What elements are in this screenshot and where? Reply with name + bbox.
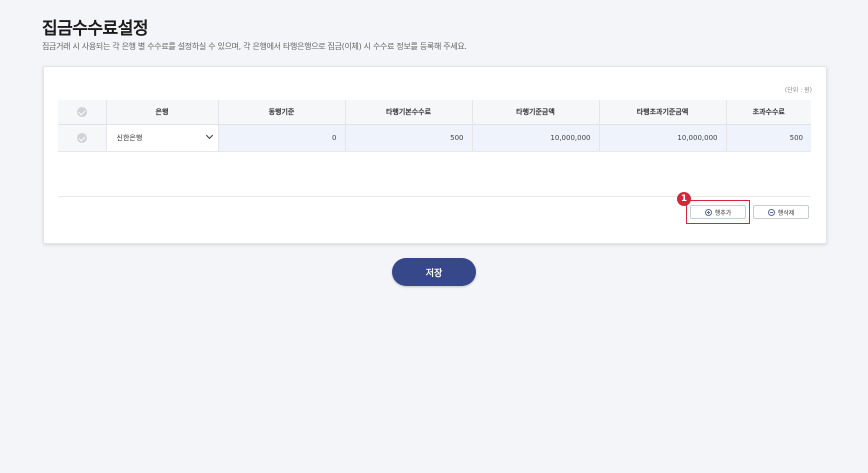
chevron-down-icon (205, 131, 213, 140)
delete-row-button[interactable]: 행삭제 (753, 205, 809, 219)
column-header-base-fee: 타행기본수수료 (344, 100, 472, 125)
base-amount-input[interactable]: 10,000,000 (471, 124, 599, 152)
column-header-bank: 은행 (105, 100, 218, 125)
check-icon (76, 133, 87, 143)
column-header-excess-base-amount: 타행초과기준금액 (598, 100, 726, 125)
divider (58, 196, 811, 197)
table-row: 신한은행 0 500 10,000,000 10,000,000 500 (58, 124, 811, 152)
fee-table: 은행 동행기준 타행기본수수료 타행기준금액 타행초과기준금액 초과수수료 신한… (58, 100, 811, 152)
minus-circle-icon (767, 208, 775, 216)
save-button[interactable]: 저장 (392, 258, 476, 286)
add-row-label: 행추가 (714, 209, 732, 217)
step-badge: 1 (677, 192, 691, 206)
add-row-button[interactable]: 행추가 (690, 205, 746, 219)
excess-fee-input[interactable]: 500 (725, 124, 811, 152)
delete-row-label: 행삭제 (777, 209, 795, 217)
plus-circle-icon (704, 208, 712, 216)
table-header-row: 은행 동행기준 타행기본수수료 타행기준금액 타행초과기준금액 초과수수료 (58, 100, 811, 125)
fee-settings-card: (단위 : 원) 은행 동행기준 타행기본수수료 타행기준금액 타행초과기준금액… (43, 66, 827, 244)
row-checkbox[interactable] (58, 124, 106, 152)
column-header-base-amount: 타행기준금액 (471, 100, 599, 125)
page-title: 집금수수료설정 (42, 19, 148, 39)
column-header-excess-fee: 초과수수료 (725, 100, 811, 125)
column-header-same-bank: 동행기준 (217, 100, 345, 125)
bank-select[interactable]: 신한은행 (105, 124, 218, 152)
bank-select-value: 신한은행 (116, 134, 143, 142)
base-fee-input[interactable]: 500 (344, 124, 472, 152)
page-description: 집금거래 시 사용되는 각 은행 별 수수료를 설정하실 수 있으며, 각 은행… (42, 42, 467, 51)
check-icon (76, 107, 87, 117)
excess-base-amount-input[interactable]: 10,000,000 (598, 124, 726, 152)
select-all-checkbox[interactable] (58, 100, 106, 125)
unit-label: (단위 : 원) (784, 87, 812, 94)
same-bank-fee-input[interactable]: 0 (217, 124, 345, 152)
